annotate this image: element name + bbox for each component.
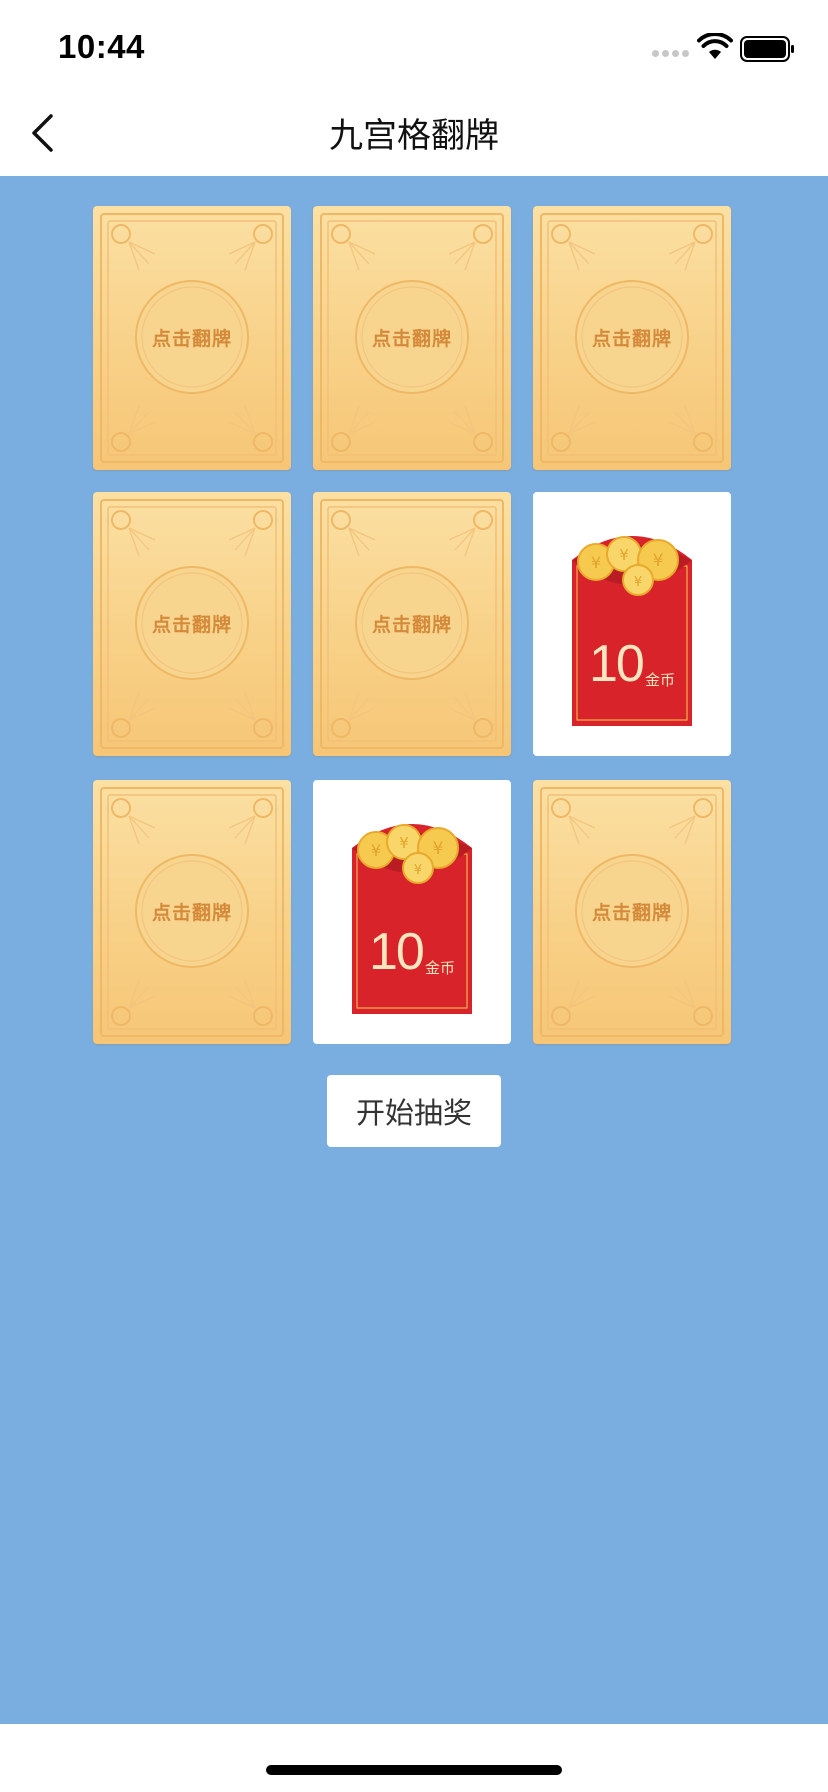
flip-card[interactable]: 点击翻牌: [93, 780, 291, 1044]
wifi-icon: [697, 33, 733, 59]
flip-card[interactable]: 点击翻牌: [313, 492, 511, 756]
home-indicator[interactable]: [266, 1765, 562, 1775]
flip-card-label: 点击翻牌: [591, 902, 672, 924]
prize-amount: 10: [369, 923, 425, 981]
red-envelope-icon: ¥ ¥ ¥ ¥: [572, 536, 692, 726]
red-envelope-icon: ¥ ¥ ¥ ¥: [352, 824, 472, 1014]
revealed-prize-card[interactable]: ¥ ¥ ¥ ¥ 10 金币: [533, 492, 731, 756]
revealed-prize-card[interactable]: ¥ ¥ ¥ ¥ 10 金币: [313, 780, 511, 1044]
battery-icon: [740, 36, 794, 62]
flip-card[interactable]: 点击翻牌: [533, 780, 731, 1044]
flip-card[interactable]: 点击翻牌: [93, 492, 291, 756]
svg-text:¥: ¥: [591, 553, 601, 572]
flip-card[interactable]: 点击翻牌: [93, 206, 291, 470]
flip-card-label: 点击翻牌: [591, 328, 672, 350]
flip-card-label: 点击翻牌: [371, 328, 452, 350]
start-lottery-button[interactable]: 开始抽奖: [327, 1075, 501, 1147]
flip-card-label: 点击翻牌: [151, 902, 232, 924]
status-time: 10:44: [58, 28, 145, 65]
svg-text:¥: ¥: [634, 575, 642, 590]
prize-unit: 金币: [425, 959, 456, 977]
svg-text:¥: ¥: [371, 841, 381, 860]
prize-amount: 10: [589, 635, 645, 693]
flip-card-label: 点击翻牌: [371, 614, 452, 636]
svg-text:¥: ¥: [619, 546, 629, 564]
flip-card[interactable]: 点击翻牌: [533, 206, 731, 470]
svg-text:¥: ¥: [433, 839, 444, 859]
flip-card[interactable]: 点击翻牌: [313, 206, 511, 470]
svg-text:¥: ¥: [653, 551, 664, 571]
flip-card-label: 点击翻牌: [151, 614, 232, 636]
flip-card-label: 点击翻牌: [151, 328, 232, 350]
page-title: 九宫格翻牌: [329, 116, 499, 156]
svg-text:¥: ¥: [399, 834, 409, 852]
prize-unit: 金币: [645, 671, 676, 689]
navigation-bar: 九宫格翻牌: [0, 90, 828, 176]
card-grid: 点击翻牌 点击翻牌 点击翻牌 点击翻牌 点击翻牌 ¥ ¥ ¥ ¥ 10 金币 点…: [0, 176, 828, 1056]
signal-dots-icon: [652, 50, 689, 57]
home-indicator-area: [0, 1724, 828, 1792]
svg-text:¥: ¥: [414, 863, 422, 878]
status-bar: 10:44: [0, 0, 828, 90]
lottery-area: 点击翻牌 点击翻牌 点击翻牌 点击翻牌 点击翻牌 ¥ ¥ ¥ ¥ 10 金币 点…: [0, 176, 828, 1724]
